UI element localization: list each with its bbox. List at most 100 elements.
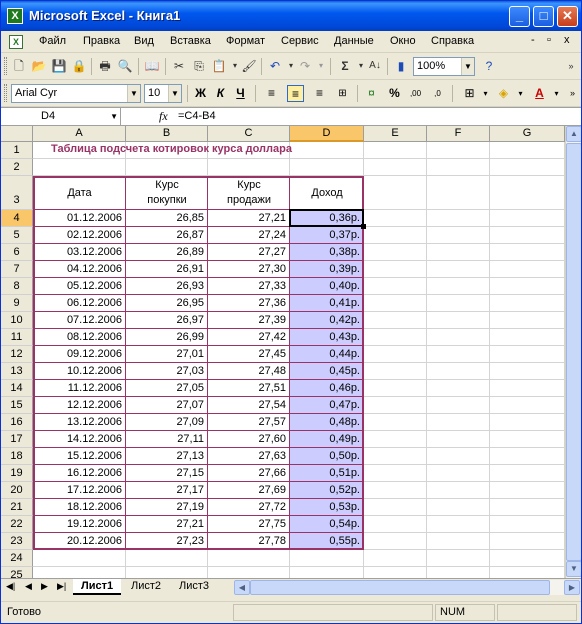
cell-sell-rate[interactable]: 27,69 [208,482,289,498]
cell-date[interactable]: 12.12.2006 [33,397,125,413]
currency-icon[interactable]: ¤ [363,85,380,102]
cell-income[interactable]: 0,43р. [290,329,363,345]
cell-income[interactable]: 0,49р. [290,431,363,447]
cell-sell-rate[interactable]: 27,63 [208,448,289,464]
autosum-icon[interactable]: Σ [337,58,353,74]
row-header[interactable]: 1 [1,142,33,159]
cell-sell-rate[interactable]: 27,48 [208,363,289,379]
cell-sell-rate[interactable]: 27,45 [208,346,289,362]
scroll-right-icon[interactable]: ▶ [564,580,580,595]
redo-icon[interactable]: ↷ [297,58,313,74]
scroll-thumb[interactable] [250,580,550,595]
scroll-left-icon[interactable]: ◀ [234,580,250,595]
worksheet-grid[interactable]: A B C D E F G 1 2 3 4 5 6 7 8 9 10 11 12 13 14 15 16 17 18 19 20 21… [1,126,565,578]
cell-date[interactable]: 04.12.2006 [33,261,125,277]
font-size-select[interactable]: 10 ▼ [144,84,182,103]
merge-center-icon[interactable]: ⊞ [334,85,351,102]
header-buy-rate[interactable]: Курс покупки [126,176,208,210]
help-icon[interactable]: ? [481,58,497,74]
close-button[interactable]: ✕ [557,6,578,27]
chevron-down-icon[interactable]: ▼ [110,108,118,125]
row-header[interactable]: 15 [1,397,33,414]
borders-dropdown-icon[interactable]: ▾ [477,85,494,102]
cell-income[interactable]: 0,55р. [290,533,363,549]
row-header[interactable]: 5 [1,227,33,244]
menu-format[interactable]: Формат [226,35,265,47]
cell-buy-rate[interactable]: 27,17 [126,482,207,498]
menu-window[interactable]: Окно [390,35,416,47]
cell-date[interactable]: 11.12.2006 [33,380,125,396]
cell-date[interactable]: 15.12.2006 [33,448,125,464]
menu-data[interactable]: Данные [334,35,374,47]
cell-sell-rate[interactable]: 27,60 [208,431,289,447]
cell-date[interactable]: 20.12.2006 [33,533,125,549]
cell-date[interactable]: 19.12.2006 [33,516,125,532]
header-income[interactable]: Доход [290,176,364,210]
column-header-e[interactable]: E [364,126,427,142]
cell-income[interactable]: 0,44р. [290,346,363,362]
cell-buy-rate[interactable]: 26,93 [126,278,207,294]
print-icon[interactable]: 🖶 [97,58,113,74]
cell-buy-rate[interactable]: 26,85 [126,210,207,226]
first-sheet-icon[interactable]: ◀| [6,581,15,592]
cell-income[interactable]: 0,51р. [290,465,363,481]
row-header[interactable]: 7 [1,261,33,278]
print-preview-icon[interactable]: 🔍 [117,58,133,74]
row-header[interactable]: 17 [1,431,33,448]
cut-icon[interactable]: ✂ [171,58,187,74]
column-header-a[interactable]: A [33,126,126,142]
underline-button[interactable]: Ч [232,85,249,102]
cell-sell-rate[interactable]: 27,36 [208,295,289,311]
cell-income[interactable]: 0,45р. [290,363,363,379]
row-header[interactable]: 6 [1,244,33,261]
fill-handle[interactable] [361,224,366,229]
row-header[interactable]: 3 [1,176,33,210]
menu-help[interactable]: Справка [431,35,474,47]
title-bar[interactable]: X Microsoft Excel - Книга1 _ □ ✕ [1,1,581,31]
last-sheet-icon[interactable]: ▶| [57,581,66,592]
cell-buy-rate[interactable]: 27,07 [126,397,207,413]
sort-ascending-icon[interactable]: A↓ [367,58,383,74]
cell-sell-rate[interactable]: 27,57 [208,414,289,430]
chevron-down-icon[interactable]: ▼ [461,58,474,75]
scroll-thumb[interactable] [566,143,581,561]
cell-income[interactable]: 0,46р. [290,380,363,396]
row-header[interactable]: 13 [1,363,33,380]
row-header[interactable]: 8 [1,278,33,295]
cell-date[interactable]: 09.12.2006 [33,346,125,362]
cell-date[interactable]: 08.12.2006 [33,329,125,345]
chart-wizard-icon[interactable]: ▮ [393,58,409,74]
font-color-dropdown-icon[interactable]: ▾ [548,85,565,102]
toolbar-grip[interactable] [4,57,7,75]
cell-sell-rate[interactable]: 27,51 [208,380,289,396]
cell-buy-rate[interactable]: 27,05 [126,380,207,396]
permission-icon[interactable]: 🔒 [71,58,87,74]
cell-sell-rate[interactable]: 27,42 [208,329,289,345]
scroll-up-icon[interactable]: ▲ [566,126,581,142]
cell-sell-rate[interactable]: 27,72 [208,499,289,515]
column-header-d[interactable]: D [290,126,364,142]
cell-sell-rate[interactable]: 27,24 [208,227,289,243]
header-sell-rate[interactable]: Курс продажи [208,176,290,210]
vertical-scrollbar[interactable]: ▲ ▼ [565,126,581,578]
cell-income[interactable]: 0,53р. [290,499,363,515]
cell-buy-rate[interactable]: 26,95 [126,295,207,311]
cell-date[interactable]: 06.12.2006 [33,295,125,311]
column-header-b[interactable]: B [126,126,208,142]
cell-income[interactable]: 0,37р. [290,227,363,243]
row-header[interactable]: 25 [1,567,33,578]
row-header[interactable]: 2 [1,159,33,176]
undo-icon[interactable]: ↶ [267,58,283,74]
align-center-icon[interactable]: ≡ [287,85,304,102]
align-left-icon[interactable]: ≡ [263,85,280,102]
prev-sheet-icon[interactable]: ◀ [25,581,32,592]
toolbar-options-icon[interactable]: » [564,85,581,102]
borders-icon[interactable]: ⊞ [461,85,478,102]
doc-restore-button[interactable]: ▫ [547,34,551,46]
cell-income[interactable]: 0,38р. [290,244,363,260]
next-sheet-icon[interactable]: ▶ [41,581,48,592]
cell-buy-rate[interactable]: 27,15 [126,465,207,481]
redo-dropdown-icon[interactable]: ▾ [313,58,329,74]
cell-sell-rate[interactable]: 27,75 [208,516,289,532]
row-header[interactable]: 9 [1,295,33,312]
